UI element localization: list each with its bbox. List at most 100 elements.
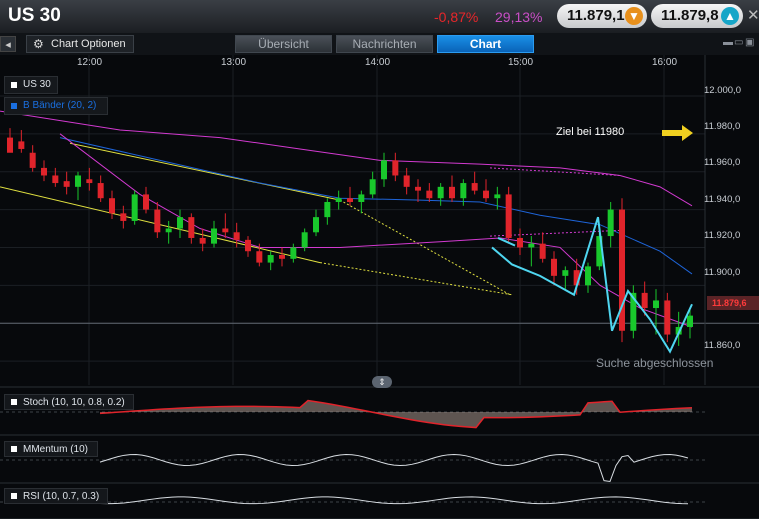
candle-body — [211, 228, 217, 244]
target-annotation: Ziel bei 11980 — [556, 126, 625, 138]
x-tick: 14:00 — [365, 57, 391, 68]
candle-body — [188, 217, 195, 238]
candle-body — [517, 237, 523, 248]
candle-body — [664, 300, 671, 335]
legend-swatch — [11, 82, 17, 88]
right-arrow-icon — [662, 125, 693, 141]
candle-body — [143, 194, 149, 210]
chart-options-button[interactable]: ⚙ Chart Optionen — [26, 35, 134, 53]
y-tick: 11.920,0 — [704, 230, 741, 241]
candle-body — [313, 217, 319, 233]
candle-body — [267, 255, 274, 263]
bid-price: 11.879,1 — [567, 7, 625, 24]
ask-price-button[interactable]: 11.879,8 ▲ — [651, 4, 743, 28]
momentum-label-text: MMentum (10) — [23, 444, 89, 455]
rsi-label[interactable]: RSI (10, 0.7, 0.3) — [4, 488, 108, 504]
candle-body — [403, 175, 410, 187]
candle-body — [483, 190, 489, 199]
candle-body — [222, 228, 229, 233]
candle-body — [369, 179, 376, 195]
candle-body — [199, 237, 206, 244]
candle-body — [97, 183, 104, 199]
rsi-label-text: RSI (10, 0.7, 0.3) — [23, 491, 100, 502]
close-icon[interactable]: ✕ — [747, 6, 759, 24]
candle-body — [641, 292, 648, 309]
change-percent: -0,87% — [434, 9, 479, 25]
candle-body — [301, 232, 308, 248]
maximize-icon[interactable]: ▣ — [745, 38, 754, 48]
tab-news[interactable]: Nachrichten — [336, 35, 433, 53]
up-arrow-icon: ▲ — [721, 7, 739, 25]
legend-instrument-label: US 30 — [23, 79, 51, 90]
y-tick: 11.900,0 — [704, 267, 741, 278]
legend-instrument[interactable]: US 30 — [4, 76, 58, 94]
ask-price: 11.879,8 — [661, 7, 719, 24]
x-tick: 16:00 — [652, 57, 678, 68]
panel-swatch — [11, 493, 17, 499]
candle-body — [437, 186, 444, 199]
collapse-panel-button[interactable]: ◂ — [0, 36, 16, 52]
candle-body — [551, 258, 557, 276]
search-status: Suche abgeschlossen — [596, 356, 714, 370]
candle-body — [245, 239, 251, 252]
candle-body — [562, 270, 569, 276]
down-arrow-icon: ▼ — [625, 7, 643, 25]
panel-swatch — [11, 446, 17, 452]
candle-body — [324, 201, 331, 218]
tab-overview[interactable]: Übersicht — [235, 35, 332, 53]
top-bar: US 30 -0,87% 29,13% 11.879,1 ▼ 11.879,8 … — [0, 0, 759, 34]
chart-options-label: Chart Optionen — [51, 38, 126, 50]
stoch-label[interactable]: Stoch (10, 10, 0.8, 0.2) — [4, 394, 134, 410]
y-tick: 11.860,0 — [704, 340, 741, 351]
candle-body — [381, 160, 387, 180]
candle-body — [154, 209, 161, 233]
candle-body — [75, 175, 81, 187]
candle-body — [505, 194, 512, 238]
x-tick: 15:00 — [508, 57, 534, 68]
tab-chart[interactable]: Chart — [437, 35, 534, 53]
candle-body — [607, 209, 614, 237]
candle-body — [347, 198, 353, 202]
candle-body — [7, 137, 13, 153]
candle-body — [358, 194, 365, 202]
candle-body — [279, 255, 285, 259]
legend-bands-label: B Bänder (20, 2) — [23, 100, 97, 111]
candle-body — [539, 243, 546, 259]
last-price-tag: 11.879,6 — [707, 296, 759, 310]
candle-body — [233, 232, 240, 240]
volatility-percent: 29,13% — [495, 9, 543, 25]
candle-body — [449, 186, 455, 199]
candle-body — [18, 141, 25, 149]
x-tick: 12:00 — [77, 57, 103, 68]
resize-handle[interactable]: ⇕ — [372, 376, 392, 388]
candle-body — [290, 247, 297, 259]
candle-body — [177, 217, 183, 229]
restore-icon[interactable]: ▭ — [734, 38, 743, 48]
candle-body — [426, 190, 433, 199]
bid-price-button[interactable]: 11.879,1 ▼ — [557, 4, 647, 28]
candle-body — [29, 152, 36, 168]
price-chart[interactable] — [0, 55, 759, 519]
minimize-icon[interactable]: ▬ — [723, 38, 733, 48]
candle-body — [256, 251, 263, 263]
candle-body — [120, 213, 127, 221]
candle-body — [494, 194, 501, 199]
candle-body — [392, 160, 399, 176]
y-tick: 11.940,0 — [704, 194, 741, 205]
symbol-title: US 30 — [8, 5, 61, 26]
candle-body — [460, 183, 467, 199]
candle-body — [585, 266, 591, 286]
gear-icon: ⚙ — [33, 37, 44, 51]
candle-body — [165, 228, 172, 233]
candle-body — [86, 179, 93, 184]
chart-toolbar: ◂ ⚙ Chart Optionen Übersicht Nachrichten… — [0, 33, 759, 55]
y-tick: 11.980,0 — [704, 121, 741, 132]
legend-bands[interactable]: B Bänder (20, 2) — [4, 97, 108, 115]
candle-body — [415, 186, 421, 191]
candle-body — [335, 198, 342, 202]
momentum-label[interactable]: MMentum (10) — [4, 441, 98, 457]
panel-swatch — [11, 399, 17, 405]
legend-swatch — [11, 103, 17, 109]
candle-body — [653, 300, 659, 309]
candle-body — [109, 198, 115, 214]
